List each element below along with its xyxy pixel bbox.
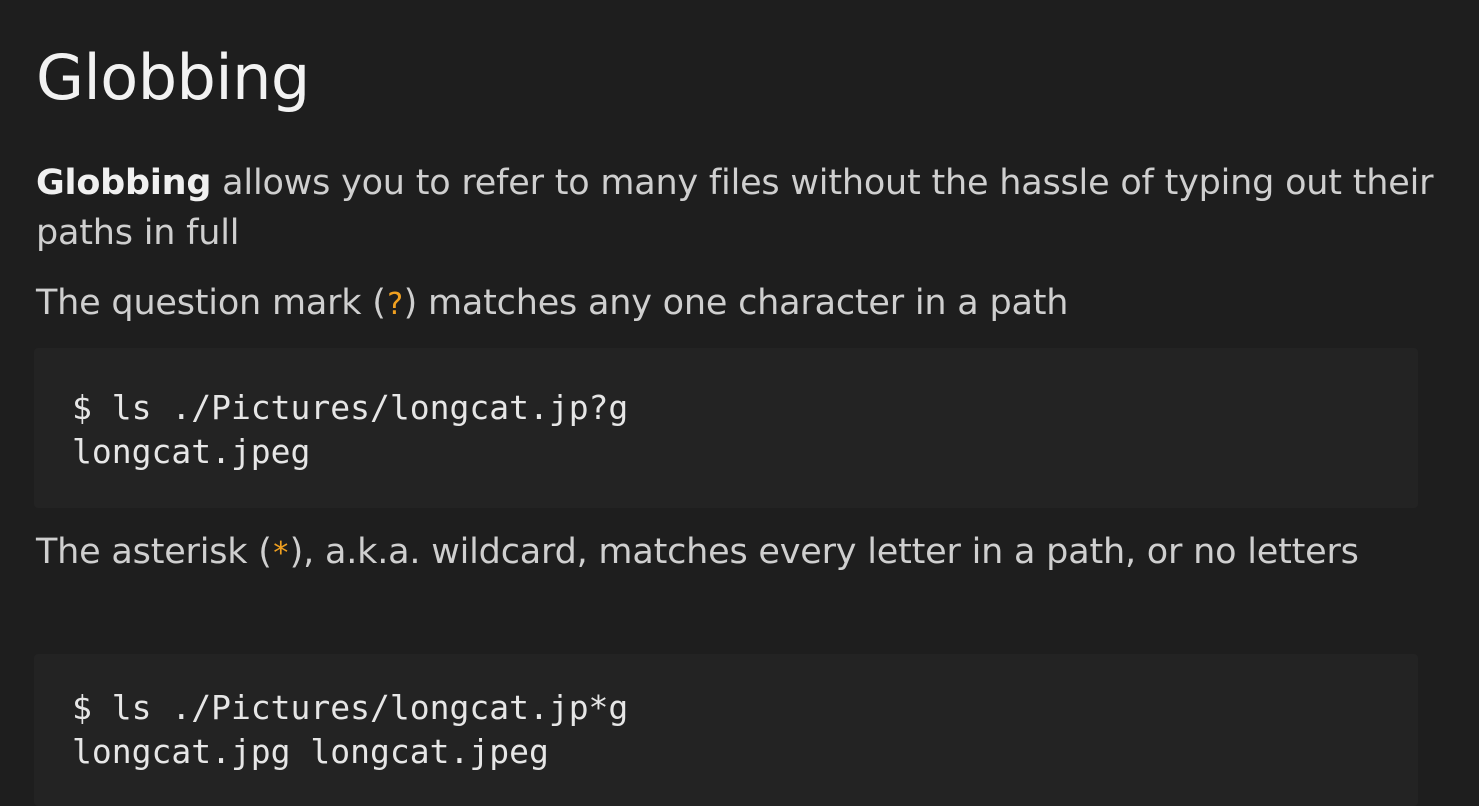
qm-text-before: The question mark ( [36, 283, 386, 323]
code-block-question-mark: $ ls ./Pictures/longcat.jp?g longcat.jpe… [34, 348, 1418, 508]
code-line-output: longcat.jpg longcat.jpeg [72, 732, 549, 771]
slide-title: Globbing [36, 41, 310, 114]
code-line-command: $ ls ./Pictures/longcat.jp*g [72, 688, 629, 727]
intro-text: allows you to refer to many files withou… [36, 163, 1434, 253]
asterisk-paragraph: The asterisk (*), a.k.a. wildcard, match… [36, 527, 1436, 579]
slide: Globbing Globbing allows you to refer to… [0, 0, 1479, 806]
qm-inline-code: ? [385, 287, 404, 322]
intro-paragraph: Globbing allows you to refer to many fil… [36, 158, 1436, 258]
term-globbing: Globbing [36, 163, 212, 203]
code-block-asterisk: $ ls ./Pictures/longcat.jp*g longcat.jpg… [34, 654, 1418, 806]
ast-text-after: ), a.k.a. wildcard, matches every letter… [289, 532, 1359, 572]
code-line-output: longcat.jpeg [72, 432, 311, 471]
ast-text-before: The asterisk ( [36, 532, 272, 572]
qm-text-after: ) matches any one character in a path [403, 283, 1069, 323]
question-mark-paragraph: The question mark (?) matches any one ch… [36, 278, 1436, 330]
code-line-command: $ ls ./Pictures/longcat.jp?g [72, 388, 629, 427]
ast-inline-code: * [271, 536, 290, 571]
